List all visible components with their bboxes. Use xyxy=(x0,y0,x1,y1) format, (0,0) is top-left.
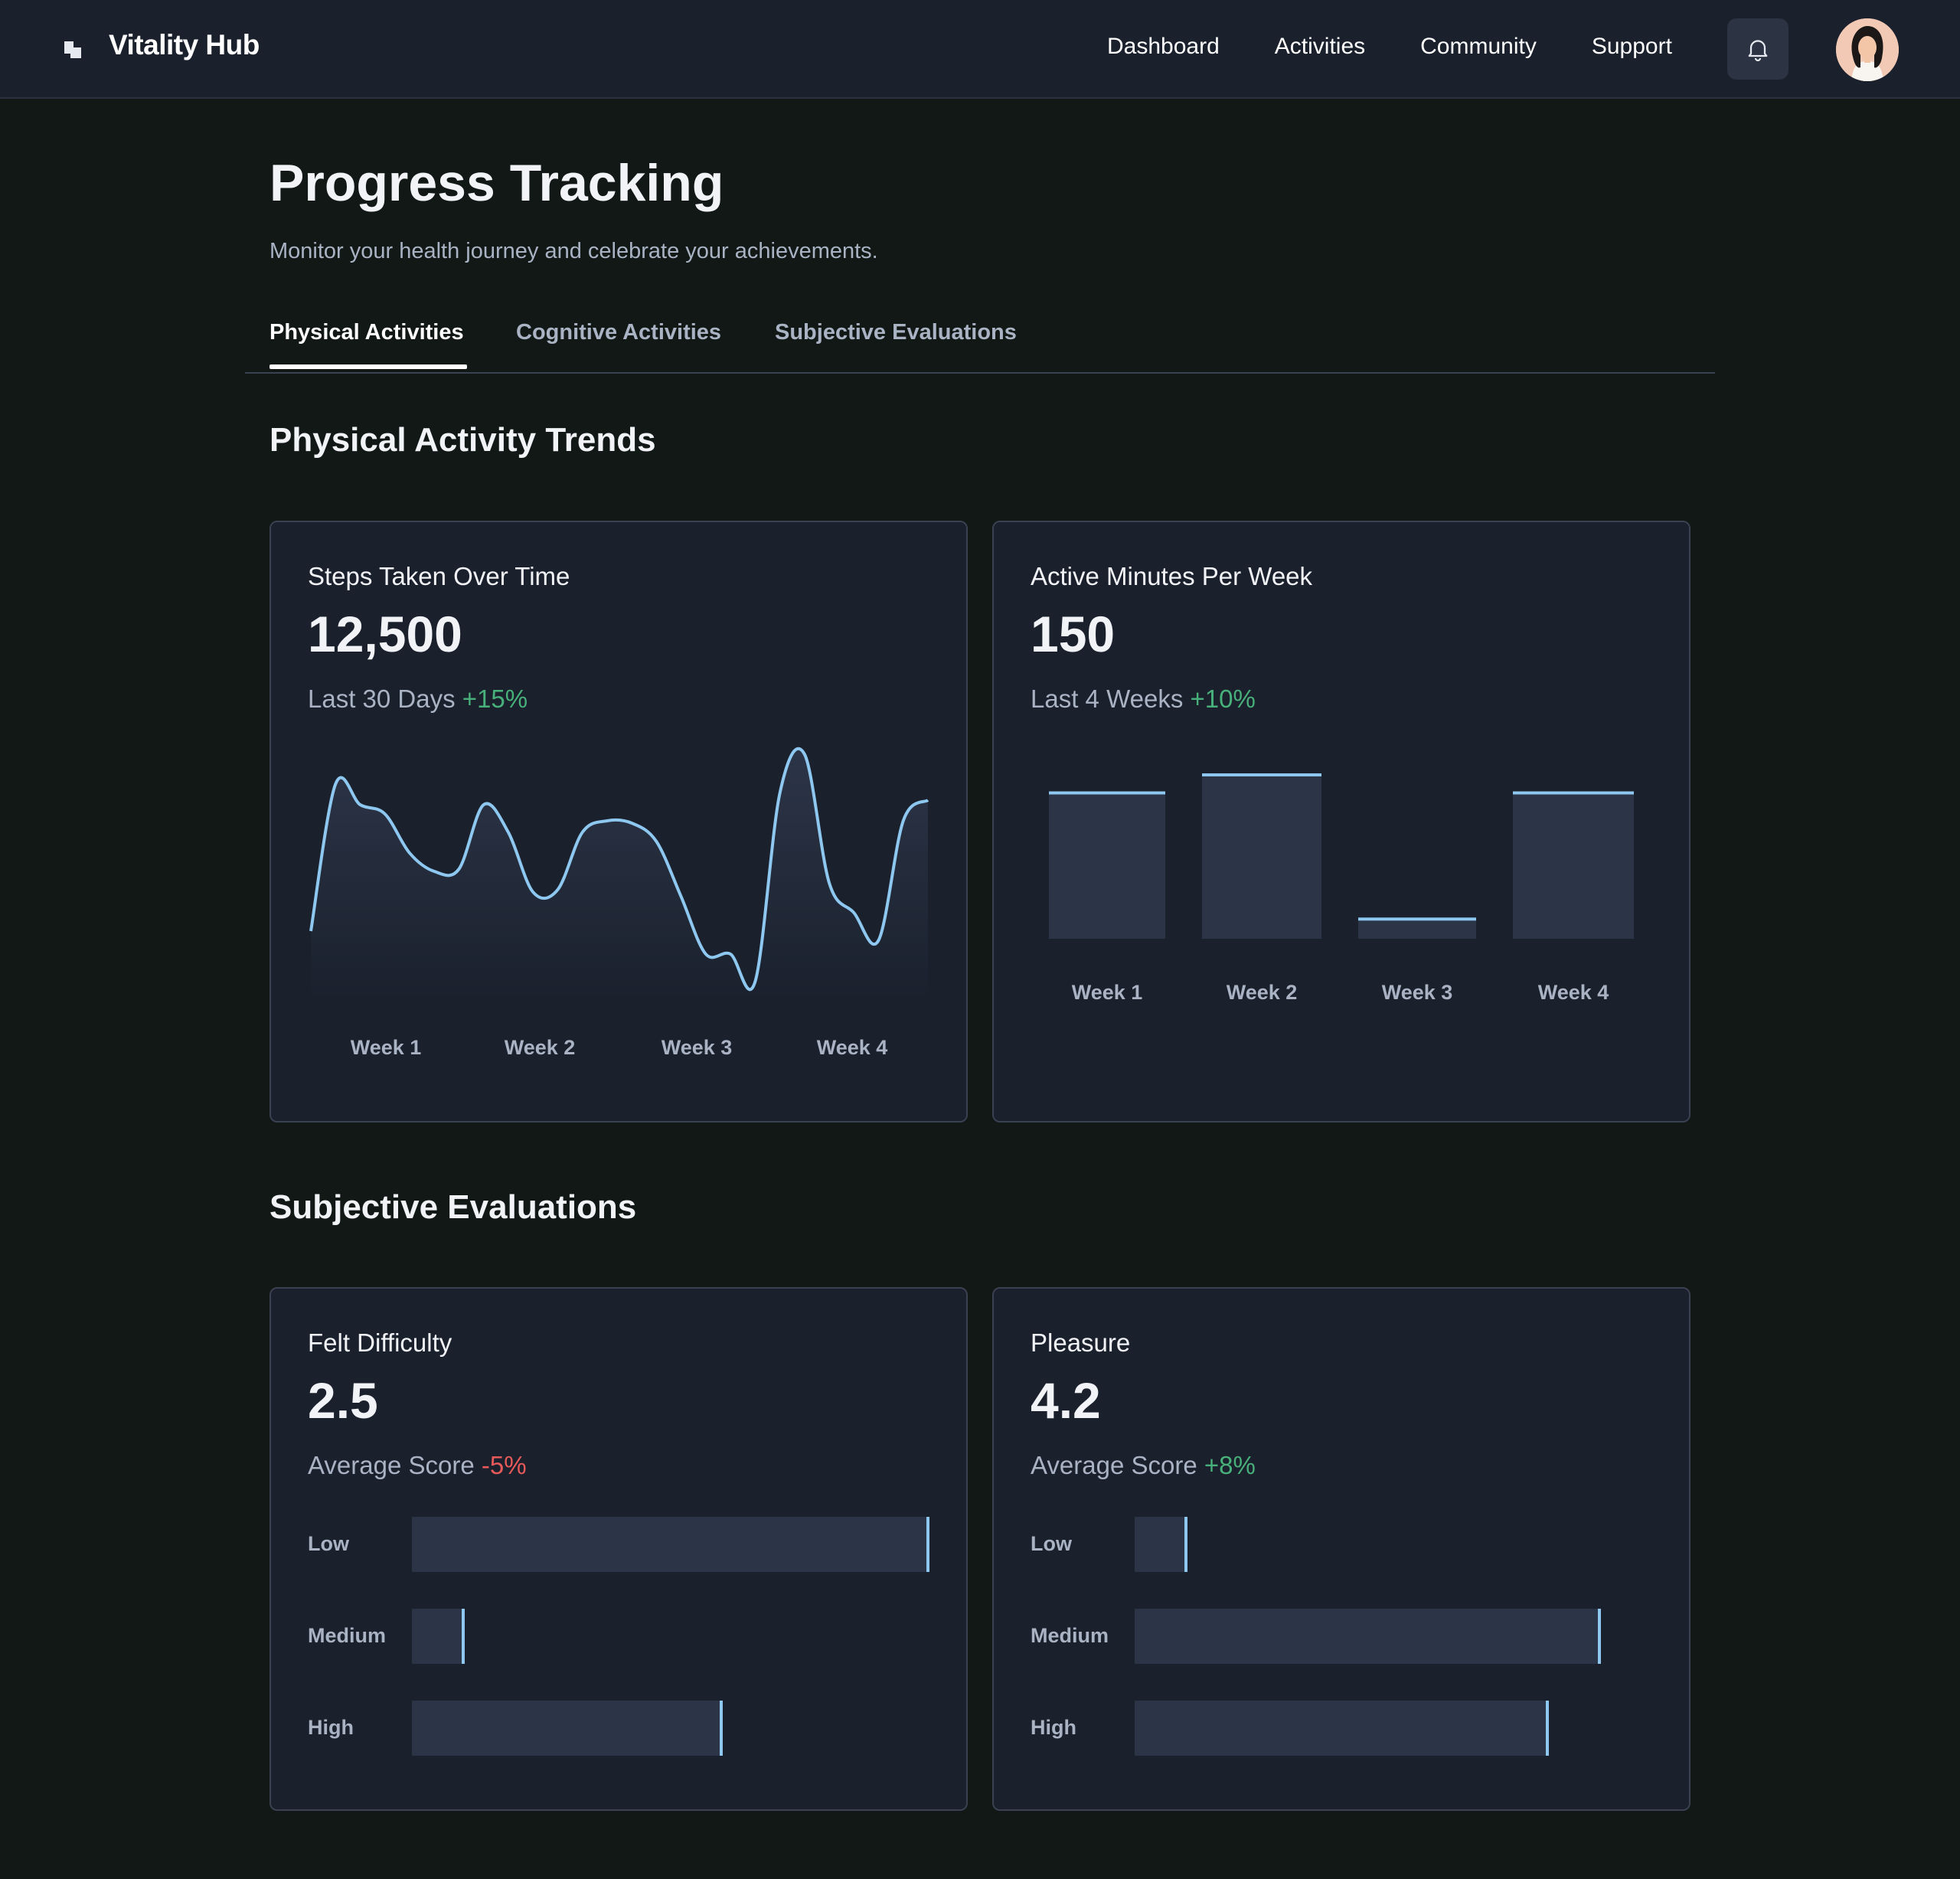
brand-name: Vitality Hub xyxy=(109,29,260,60)
card-period: Average Score xyxy=(308,1451,475,1479)
nav-dashboard[interactable]: Dashboard xyxy=(1107,34,1220,60)
bar xyxy=(1135,1701,1548,1756)
bar-row: High xyxy=(308,1701,936,1756)
bar xyxy=(412,1701,722,1756)
nav-support[interactable]: Support xyxy=(1592,34,1672,60)
notifications-button[interactable] xyxy=(1727,18,1788,80)
bar-label: High xyxy=(1031,1716,1076,1739)
active-minutes-card: Active Minutes Per Week 150 Last 4 Weeks… xyxy=(992,521,1690,1122)
tab-physical-activities[interactable]: Physical Activities xyxy=(270,320,464,345)
bar-label: Medium xyxy=(308,1624,387,1647)
bar-end-marker xyxy=(1546,1701,1550,1756)
bar-track xyxy=(412,1609,928,1664)
top-nav-bar: Vitality Hub Dashboard Activities Commun… xyxy=(0,0,1960,99)
x-tick-label: Week 1 xyxy=(351,1036,422,1059)
bar xyxy=(412,1517,928,1572)
x-tick-label: Week 2 xyxy=(1227,981,1298,1004)
tab-cognitive-activities[interactable]: Cognitive Activities xyxy=(516,320,721,345)
bar-track xyxy=(412,1517,929,1572)
user-avatar[interactable] xyxy=(1836,18,1899,81)
card-period: Average Score xyxy=(1031,1451,1197,1479)
bar-row: Low xyxy=(1031,1517,1658,1572)
brand-logo-icon xyxy=(61,34,84,58)
steps-area-chart: Week 1 Week 2 Week 3 Week 4 xyxy=(309,747,929,1059)
bar-track xyxy=(1135,1517,1651,1572)
page-subtitle: Monitor your health journey and celebrat… xyxy=(270,239,878,263)
bar xyxy=(1049,792,1165,939)
bar xyxy=(1358,919,1476,939)
bar-row: Medium xyxy=(308,1609,936,1664)
nav-activities[interactable]: Activities xyxy=(1275,34,1365,60)
felt-difficulty-card: Felt Difficulty 2.5 Average Score -5% Lo… xyxy=(270,1287,968,1811)
bar-label: Low xyxy=(1031,1532,1072,1555)
x-tick-label: Week 1 xyxy=(1072,981,1143,1004)
bar-top-line xyxy=(1202,773,1321,776)
section-title-physical: Physical Activity Trends xyxy=(270,421,656,459)
bar-track xyxy=(412,1701,928,1756)
x-tick-label: Week 4 xyxy=(817,1036,888,1059)
bar-row: High xyxy=(1031,1701,1658,1756)
bar-row: Low xyxy=(308,1517,936,1572)
x-tick-label: Week 3 xyxy=(1382,981,1453,1004)
bar-track xyxy=(1135,1609,1651,1664)
bar-end-marker xyxy=(720,1701,724,1756)
tab-subjective-evaluations[interactable]: Subjective Evaluations xyxy=(775,320,1017,345)
page-title: Progress Tracking xyxy=(270,154,724,212)
main-nav: Dashboard Activities Community Support xyxy=(1107,34,1672,60)
bar-top-line xyxy=(1513,791,1634,795)
tab-bar: Physical Activities Cognitive Activities… xyxy=(245,314,1715,374)
bar-end-marker xyxy=(1184,1517,1188,1572)
card-value: 2.5 xyxy=(308,1372,378,1429)
bar xyxy=(1513,792,1634,939)
active-tab-indicator xyxy=(270,364,467,369)
bar xyxy=(1202,775,1321,939)
bell-icon xyxy=(1748,40,1768,62)
bar-row: Medium xyxy=(1031,1609,1658,1664)
x-tick-label: Week 2 xyxy=(505,1036,576,1059)
bar-label: High xyxy=(308,1716,354,1739)
card-subtitle: Average Score -5% xyxy=(308,1451,527,1480)
bar-end-marker xyxy=(926,1517,929,1572)
x-tick-label: Week 4 xyxy=(1538,981,1609,1004)
bar-end-marker xyxy=(462,1609,466,1664)
bar-end-marker xyxy=(1597,1609,1601,1664)
nav-community[interactable]: Community xyxy=(1420,34,1537,60)
bar xyxy=(1135,1517,1187,1572)
bar-label: Medium xyxy=(1031,1624,1109,1647)
bar xyxy=(1135,1609,1599,1664)
bar-top-line xyxy=(1049,791,1165,795)
card-change: +8% xyxy=(1204,1451,1256,1479)
card-title: Pleasure xyxy=(1031,1328,1131,1357)
active-minutes-bar-chart: Week 1 Week 2 Week 3 Week 4 xyxy=(1049,773,1634,1004)
steps-area-fill xyxy=(311,748,928,1005)
pleasure-card: Pleasure 4.2 Average Score +8% Low Medium… xyxy=(992,1287,1690,1811)
brand[interactable]: Vitality Hub xyxy=(61,29,260,61)
card-title: Felt Difficulty xyxy=(308,1328,452,1357)
bar-track xyxy=(1135,1701,1651,1756)
bar-label: Low xyxy=(308,1532,349,1555)
steps-card: Steps Taken Over Time 12,500 Last 30 Day… xyxy=(270,521,968,1122)
x-tick-label: Week 3 xyxy=(662,1036,733,1059)
card-value: 4.2 xyxy=(1031,1372,1101,1429)
card-change: -5% xyxy=(481,1451,527,1479)
card-subtitle: Average Score +8% xyxy=(1031,1451,1256,1480)
bar xyxy=(412,1609,464,1664)
section-title-subjective: Subjective Evaluations xyxy=(270,1188,637,1226)
bar-top-line xyxy=(1358,917,1476,921)
